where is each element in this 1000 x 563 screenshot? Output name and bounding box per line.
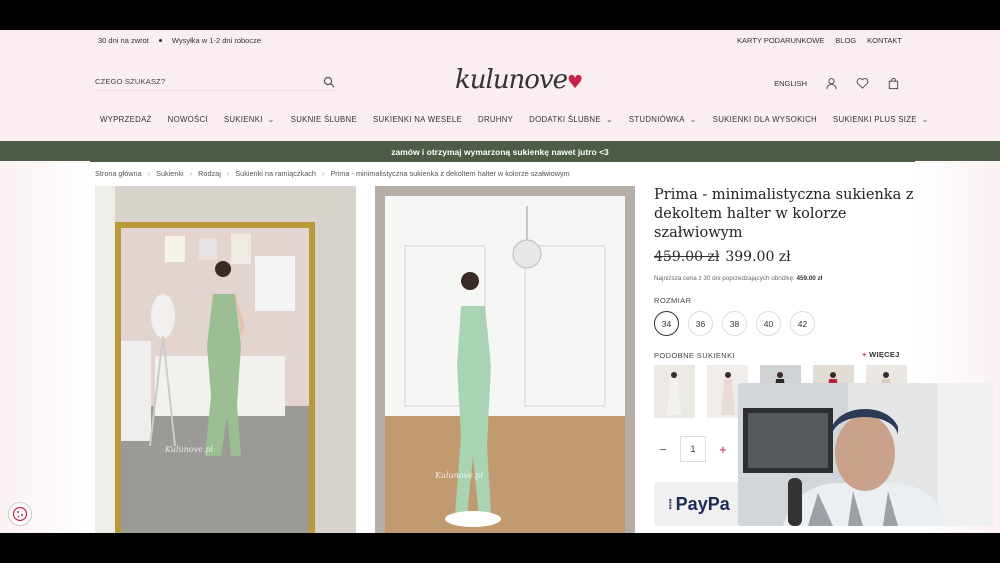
nav-item[interactable]: DODATKI ŚLUBNE ⌄ (529, 115, 613, 124)
nav-item-label: SUKIENKI DLA WYSOKICH (712, 115, 817, 124)
product-image-2[interactable]: Kulunove.pl (375, 186, 635, 533)
nav-item-label: SUKIENKI (223, 115, 263, 124)
cookie-icon (12, 506, 28, 522)
cart-icon[interactable] (887, 77, 900, 90)
cookie-settings-button[interactable] (8, 502, 32, 526)
heart-logo-icon: ♥ (567, 72, 583, 93)
webcam-overlay (738, 383, 993, 526)
top-info-bar: 30 dni na zwrot Wysyłka w 1-2 dni robocz… (0, 30, 1000, 51)
product-title: Prima - minimalistyczna sukienka z dekol… (654, 187, 914, 241)
size-option[interactable]: 42 (790, 311, 815, 336)
increase-button[interactable]: + (714, 436, 732, 462)
size-option[interactable]: 36 (688, 311, 713, 336)
size-label: ROZMIAR (654, 296, 692, 305)
video-letterbox-bottom (0, 533, 1000, 563)
site-logo[interactable]: kulunove♥ (455, 65, 583, 95)
nav-item[interactable]: STUDNIÓWKA ⌄ (629, 115, 697, 124)
chevron-down-icon: ⌄ (605, 115, 613, 124)
nav-item[interactable]: WYPRZEDAŻ (100, 115, 152, 124)
breadcrumb-home[interactable]: Strona główna (95, 169, 142, 178)
user-icon[interactable] (825, 77, 838, 90)
nav-item[interactable]: DRUHNY (478, 115, 513, 124)
chevron-right-icon: › (322, 169, 325, 178)
quantity-stepper: − 1 + (654, 436, 732, 462)
size-option[interactable]: 38 (722, 311, 747, 336)
size-option[interactable]: 34 (654, 311, 679, 336)
quantity-field[interactable]: 1 (680, 436, 706, 462)
search-icon[interactable] (323, 76, 335, 88)
nav-item[interactable]: SUKNIE ŚLUBNE (291, 115, 357, 124)
shop-page: 30 dni na zwrot Wysyłka w 1-2 dni robocz… (0, 30, 1000, 533)
nav-item-label: SUKNIE ŚLUBNE (290, 115, 357, 124)
nav-item[interactable]: SUKIENKI PLUS SIZE ⌄ (833, 115, 929, 124)
decrease-button[interactable]: − (654, 436, 672, 462)
heart-icon[interactable] (856, 77, 869, 90)
nav-item-label: DRUHNY (478, 115, 514, 124)
breadcrumb-current: Prima - minimalistyczna sukienka z dekol… (330, 169, 570, 178)
nav-item-label: STUDNIÓWKA (628, 115, 685, 124)
sale-price: 399.00 zł (725, 249, 791, 265)
size-selector: 34 36 38 40 42 (654, 311, 815, 336)
promo-banner[interactable]: zamów i otrzymaj wymarzoną sukienkę nawe… (0, 141, 1000, 162)
old-price: 459.00 zł (654, 249, 720, 265)
gift-cards-link[interactable]: KARTY PODARUNKOWE (737, 36, 824, 45)
blog-link[interactable]: BLOG (835, 36, 856, 45)
similar-thumbnail[interactable] (654, 365, 695, 418)
chevron-right-icon: › (147, 169, 151, 178)
nav-item[interactable]: NOWOŚCI (168, 115, 208, 124)
more-similar-link[interactable]: + WIĘCEJ (862, 350, 900, 359)
chevron-down-icon: ⌄ (689, 115, 697, 124)
chevron-down-icon: ⌄ (921, 115, 929, 124)
nav-item[interactable]: SUKIENKI ⌄ (224, 115, 275, 124)
decor-left (0, 161, 90, 533)
returns-info: 30 dni na zwrot (98, 36, 149, 45)
breadcrumb-type[interactable]: Rodzaj (198, 169, 221, 178)
site-header: CZEGO SZUKASZ? kulunove♥ ENGLISH WYPRZED… (0, 51, 1000, 141)
chevron-right-icon: › (226, 169, 230, 178)
chevron-right-icon: › (189, 169, 193, 178)
breadcrumb: Strona główna › Sukienki › Rodzaj › Sukienk… (95, 169, 570, 178)
language-switch[interactable]: ENGLISH (774, 79, 807, 88)
paypal-icon: ⁞ (668, 496, 673, 512)
nav-item-label: DODATKI ŚLUBNE (529, 115, 601, 124)
video-letterbox-top (0, 0, 1000, 30)
shipping-info: Wysyłka w 1-2 dni robocze (171, 36, 262, 45)
contact-link[interactable]: KONTAKT (867, 36, 902, 45)
nav-item[interactable]: SUKIENKI DLA WYSOKICH (713, 115, 817, 124)
chevron-down-icon: ⌄ (267, 115, 275, 124)
similar-dresses-label: PODOBNE SUKIENKI (654, 351, 736, 360)
breadcrumb-dresses[interactable]: Sukienki (156, 169, 184, 178)
bullet-icon (158, 39, 162, 42)
svg-text:Kulunove.pl: Kulunove.pl (164, 445, 214, 454)
product-image-1[interactable]: Kulunove.pl (95, 186, 356, 533)
price-block: 459.00 zł 399.00 zł (654, 249, 791, 265)
breadcrumb-category[interactable]: Sukienki na ramiączkach (235, 169, 316, 178)
nav-item-label: SUKIENKI NA WESELE (372, 115, 463, 124)
nav-item-label: WYPRZEDAŻ (100, 115, 152, 124)
search-input[interactable]: CZEGO SZUKASZ? (95, 73, 335, 91)
search-placeholder: CZEGO SZUKASZ? (95, 77, 166, 86)
size-option[interactable]: 40 (756, 311, 781, 336)
plus-icon: + (862, 350, 867, 359)
nav-item-label: NOWOŚCI (167, 115, 208, 124)
lowest-price-note: Najniższa cena z 30 dni poprzedzających … (654, 275, 823, 282)
nav-item[interactable]: SUKIENKI NA WESELE (373, 115, 462, 124)
nav-item-label: SUKIENKI PLUS SIZE (832, 115, 917, 124)
svg-text:Kulunove.pl: Kulunove.pl (434, 471, 484, 480)
main-nav: WYPRZEDAŻ NOWOŚCI SUKIENKI ⌄ SUKNIE ŚLUBNE SU… (100, 115, 929, 124)
